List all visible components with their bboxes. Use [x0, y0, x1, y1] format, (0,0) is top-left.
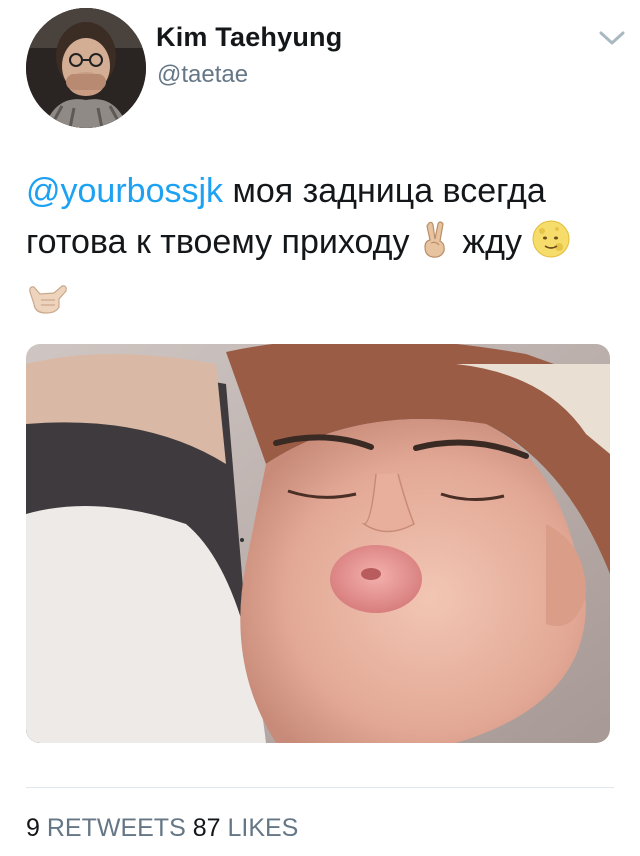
victory-hand-icon — [419, 219, 453, 274]
author-display-name[interactable]: Kim Taehyung — [156, 22, 342, 53]
retweets-stat[interactable]: 9 RETWEETS — [26, 814, 186, 842]
chevron-down-icon[interactable] — [598, 30, 626, 46]
divider — [26, 787, 614, 788]
mention-link[interactable]: @yourbossjk — [26, 172, 223, 210]
likes-stat[interactable]: 87 LIKES — [193, 814, 299, 842]
moon-face-icon — [531, 219, 571, 274]
tweet-text-line2: готова к твоему приходу — [26, 223, 419, 261]
retweets-label: RETWEETS — [46, 814, 186, 842]
likes-count: 87 — [192, 814, 221, 842]
tweet-card: Kim Taehyung @taetae @yourbossjk моя зад… — [0, 0, 640, 856]
tweet-photo[interactable] — [26, 344, 610, 743]
retweets-count: 9 — [26, 814, 40, 842]
likes-label: LIKES — [227, 814, 299, 842]
call-me-hand-icon — [26, 280, 68, 331]
tweet-text-word: жду — [452, 223, 532, 261]
avatar[interactable] — [26, 8, 146, 128]
tweet-text: @yourbossjk моя задница всегда готова к … — [26, 166, 626, 331]
author-handle[interactable]: @taetae — [157, 61, 248, 89]
tweet-stats: 9 RETWEETS 87 LIKES — [26, 814, 298, 843]
tweet-text-line1: моя задница всегда — [223, 172, 546, 210]
